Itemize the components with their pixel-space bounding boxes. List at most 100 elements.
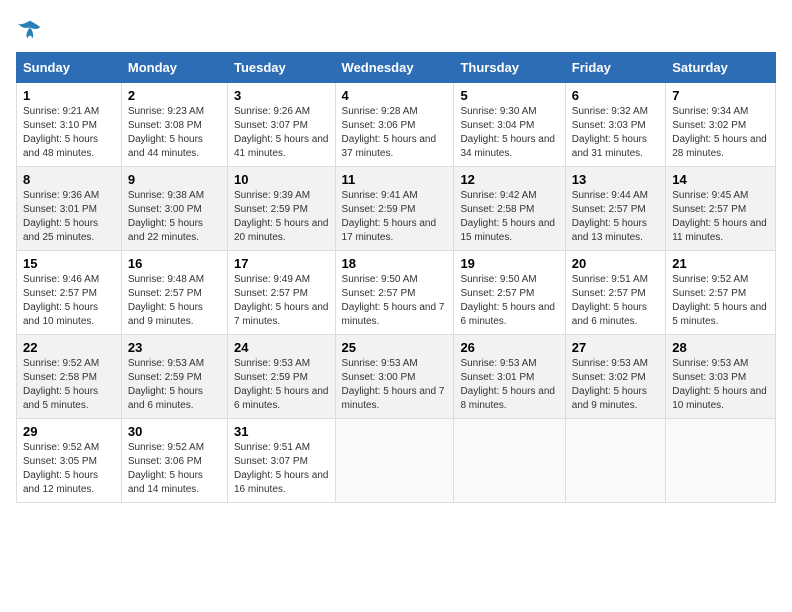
- day-number: 20: [572, 256, 659, 271]
- calendar-cell: 20 Sunrise: 9:51 AMSunset: 2:57 PMDayligh…: [565, 251, 665, 335]
- calendar-cell: 9 Sunrise: 9:38 AMSunset: 3:00 PMDaylight…: [121, 167, 227, 251]
- calendar-cell: [565, 419, 665, 503]
- day-info: Sunrise: 9:50 AMSunset: 2:57 PMDaylight:…: [460, 273, 558, 329]
- calendar-table: SundayMondayTuesdayWednesdayThursdayFrid…: [16, 52, 776, 503]
- calendar-cell: 26Sunrise: 9:53 AMSunset: 3:01 PMDayligh…: [454, 335, 565, 419]
- day-number: 6: [572, 88, 659, 103]
- day-info: Sunrise: 9:34 AMSunset: 3:02 PMDaylight:…: [672, 105, 769, 161]
- day-number: 22: [23, 340, 115, 355]
- day-number: 31: [234, 424, 329, 439]
- day-info: Sunrise: 9:41 AMSunset: 2:59 PMDaylight:…: [342, 189, 448, 245]
- calendar-cell: 4 Sunrise: 9:28 AMSunset: 3:06 PMDaylight…: [335, 83, 454, 167]
- header-tuesday: Tuesday: [227, 53, 335, 83]
- day-number: 27: [572, 340, 659, 355]
- calendar-cell: 28 Sunrise: 9:53 AMSunset: 3:03 PMDayligh…: [666, 335, 776, 419]
- calendar-cell: 18 Sunrise: 9:50 AMSunset: 2:57 PMDayligh…: [335, 251, 454, 335]
- calendar-cell: 15Sunrise: 9:46 AMSunset: 2:57 PMDayligh…: [17, 251, 122, 335]
- day-info: Sunrise: 9:36 AMSunset: 3:01 PMDaylight:…: [23, 189, 115, 245]
- day-number: 16: [128, 256, 221, 271]
- day-info: Sunrise: 9:28 AMSunset: 3:06 PMDaylight:…: [342, 105, 448, 161]
- header-thursday: Thursday: [454, 53, 565, 83]
- day-info: Sunrise: 9:53 AMSunset: 3:02 PMDaylight:…: [572, 357, 659, 413]
- day-info: Sunrise: 9:53 AMSunset: 3:00 PMDaylight:…: [342, 357, 448, 413]
- calendar-week-row: 29 Sunrise: 9:52 AMSunset: 3:05 PMDayligh…: [17, 419, 776, 503]
- day-info: Sunrise: 9:49 AMSunset: 2:57 PMDaylight:…: [234, 273, 329, 329]
- day-number: 12: [460, 172, 558, 187]
- calendar-cell: [454, 419, 565, 503]
- calendar-cell: 1 Sunrise: 9:21 AMSunset: 3:10 PMDaylight…: [17, 83, 122, 167]
- day-info: Sunrise: 9:51 AMSunset: 2:57 PMDaylight:…: [572, 273, 659, 329]
- calendar-cell: 6 Sunrise: 9:32 AMSunset: 3:03 PMDaylight…: [565, 83, 665, 167]
- day-number: 3: [234, 88, 329, 103]
- day-number: 29: [23, 424, 115, 439]
- day-number: 30: [128, 424, 221, 439]
- day-info: Sunrise: 9:42 AMSunset: 2:58 PMDaylight:…: [460, 189, 558, 245]
- logo-icon: [16, 16, 44, 44]
- calendar-cell: 25 Sunrise: 9:53 AMSunset: 3:00 PMDayligh…: [335, 335, 454, 419]
- day-info: Sunrise: 9:32 AMSunset: 3:03 PMDaylight:…: [572, 105, 659, 161]
- day-info: Sunrise: 9:53 AMSunset: 2:59 PMDaylight:…: [234, 357, 329, 413]
- day-number: 13: [572, 172, 659, 187]
- calendar-cell: 12 Sunrise: 9:42 AMSunset: 2:58 PMDayligh…: [454, 167, 565, 251]
- day-number: 5: [460, 88, 558, 103]
- day-info: Sunrise: 9:52 AMSunset: 2:57 PMDaylight:…: [672, 273, 769, 329]
- day-number: 8: [23, 172, 115, 187]
- day-number: 10: [234, 172, 329, 187]
- calendar-cell: [666, 419, 776, 503]
- day-number: 24: [234, 340, 329, 355]
- calendar-week-row: 1 Sunrise: 9:21 AMSunset: 3:10 PMDaylight…: [17, 83, 776, 167]
- day-info: Sunrise: 9:52 AMSunset: 2:58 PMDaylight:…: [23, 357, 115, 413]
- day-info: Sunrise: 9:53 AMSunset: 2:59 PMDaylight:…: [128, 357, 221, 413]
- day-number: 2: [128, 88, 221, 103]
- day-info: Sunrise: 9:52 AMSunset: 3:05 PMDaylight:…: [23, 441, 115, 497]
- calendar-cell: 30 Sunrise: 9:52 AMSunset: 3:06 PMDayligh…: [121, 419, 227, 503]
- header-wednesday: Wednesday: [335, 53, 454, 83]
- day-info: Sunrise: 9:45 AMSunset: 2:57 PMDaylight:…: [672, 189, 769, 245]
- day-info: Sunrise: 9:52 AMSunset: 3:06 PMDaylight:…: [128, 441, 221, 497]
- day-number: 1: [23, 88, 115, 103]
- calendar-cell: 31 Sunrise: 9:51 AMSunset: 3:07 PMDayligh…: [227, 419, 335, 503]
- day-number: 7: [672, 88, 769, 103]
- header-saturday: Saturday: [666, 53, 776, 83]
- header-monday: Monday: [121, 53, 227, 83]
- calendar-cell: 5 Sunrise: 9:30 AMSunset: 3:04 PMDaylight…: [454, 83, 565, 167]
- day-number: 25: [342, 340, 448, 355]
- day-number: 19: [460, 256, 558, 271]
- day-info: Sunrise: 9:26 AMSunset: 3:07 PMDaylight:…: [234, 105, 329, 161]
- calendar-cell: 17 Sunrise: 9:49 AMSunset: 2:57 PMDayligh…: [227, 251, 335, 335]
- day-number: 18: [342, 256, 448, 271]
- day-info: Sunrise: 9:50 AMSunset: 2:57 PMDaylight:…: [342, 273, 448, 329]
- calendar-cell: 24 Sunrise: 9:53 AMSunset: 2:59 PMDayligh…: [227, 335, 335, 419]
- calendar-cell: 7 Sunrise: 9:34 AMSunset: 3:02 PMDaylight…: [666, 83, 776, 167]
- calendar-cell: [335, 419, 454, 503]
- day-number: 4: [342, 88, 448, 103]
- day-info: Sunrise: 9:51 AMSunset: 3:07 PMDaylight:…: [234, 441, 329, 497]
- calendar-week-row: 22 Sunrise: 9:52 AMSunset: 2:58 PMDayligh…: [17, 335, 776, 419]
- day-info: Sunrise: 9:23 AMSunset: 3:08 PMDaylight:…: [128, 105, 221, 161]
- day-info: Sunrise: 9:53 AMSunset: 3:03 PMDaylight:…: [672, 357, 769, 413]
- calendar-header-row: SundayMondayTuesdayWednesdayThursdayFrid…: [17, 53, 776, 83]
- calendar-week-row: 15Sunrise: 9:46 AMSunset: 2:57 PMDayligh…: [17, 251, 776, 335]
- calendar-cell: 16Sunrise: 9:48 AMSunset: 2:57 PMDayligh…: [121, 251, 227, 335]
- day-number: 23: [128, 340, 221, 355]
- calendar-cell: 21 Sunrise: 9:52 AMSunset: 2:57 PMDayligh…: [666, 251, 776, 335]
- day-number: 9: [128, 172, 221, 187]
- day-info: Sunrise: 9:38 AMSunset: 3:00 PMDaylight:…: [128, 189, 221, 245]
- calendar-cell: 11Sunrise: 9:41 AMSunset: 2:59 PMDayligh…: [335, 167, 454, 251]
- day-info: Sunrise: 9:44 AMSunset: 2:57 PMDaylight:…: [572, 189, 659, 245]
- calendar-cell: 2 Sunrise: 9:23 AMSunset: 3:08 PMDaylight…: [121, 83, 227, 167]
- day-number: 21: [672, 256, 769, 271]
- logo: [16, 16, 48, 44]
- calendar-cell: 8 Sunrise: 9:36 AMSunset: 3:01 PMDaylight…: [17, 167, 122, 251]
- day-info: Sunrise: 9:30 AMSunset: 3:04 PMDaylight:…: [460, 105, 558, 161]
- calendar-cell: 23 Sunrise: 9:53 AMSunset: 2:59 PMDayligh…: [121, 335, 227, 419]
- day-number: 15: [23, 256, 115, 271]
- calendar-cell: 13 Sunrise: 9:44 AMSunset: 2:57 PMDayligh…: [565, 167, 665, 251]
- day-number: 28: [672, 340, 769, 355]
- day-info: Sunrise: 9:21 AMSunset: 3:10 PMDaylight:…: [23, 105, 115, 161]
- calendar-cell: 3 Sunrise: 9:26 AMSunset: 3:07 PMDaylight…: [227, 83, 335, 167]
- calendar-cell: 14Sunrise: 9:45 AMSunset: 2:57 PMDayligh…: [666, 167, 776, 251]
- calendar-cell: 10Sunrise: 9:39 AMSunset: 2:59 PMDayligh…: [227, 167, 335, 251]
- day-number: 17: [234, 256, 329, 271]
- calendar-week-row: 8 Sunrise: 9:36 AMSunset: 3:01 PMDaylight…: [17, 167, 776, 251]
